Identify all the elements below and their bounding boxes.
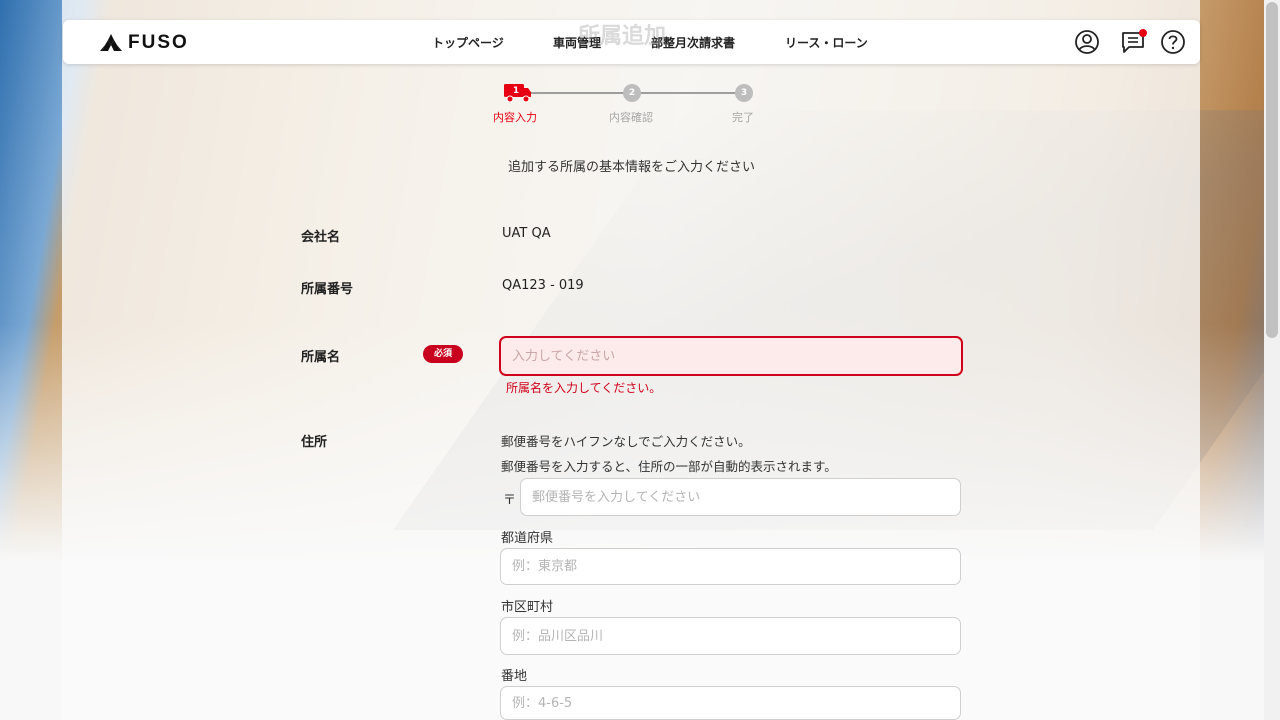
street-label: 番地 [501,669,528,684]
form-intro: 追加する所属の基本情報をご入力ください [508,160,756,175]
notification-dot [1139,29,1147,37]
postal-note-2: 郵便番号を入力すると、住所の一部が自動的表示されます。 [501,459,837,474]
scrollbar-thumb[interactable] [1266,2,1278,338]
affiliation-number-value: QA123 - 019 [502,278,584,293]
affiliation-name-error: 所属名を入力してください。 [506,381,662,395]
postal-mark: 〒 [503,493,517,508]
nav-item-lease[interactable]: リース・ローン [785,34,868,51]
logo-text: FUSO [128,32,189,53]
mitsubishi-logo-icon [100,34,122,51]
postal-note-1: 郵便番号をハイフンなしでご入力ください。 [501,434,751,449]
company-value: UAT QA [502,226,551,241]
account-icon[interactable] [1073,28,1101,56]
nav-item-top[interactable]: トップページ [432,34,504,51]
street-input[interactable] [500,686,961,720]
company-label: 会社名 [301,230,341,245]
affiliation-name-input[interactable] [499,336,963,376]
address-label: 住所 [301,435,328,450]
affiliation-number-label: 所属番号 [301,282,354,297]
help-icon[interactable] [1159,28,1187,56]
fuso-logo[interactable]: FUSO [100,32,189,54]
city-input[interactable] [500,617,961,655]
step-1-number: 1 [512,86,520,96]
affiliation-name-label: 所属名 [301,350,341,365]
step-3-label: 完了 [732,111,754,124]
page-title: 所属追加 [578,24,667,49]
message-icon[interactable] [1119,28,1147,56]
city-label: 市区町村 [501,600,554,615]
required-badge: 必須 [423,345,463,363]
step-3-circle: 3 [735,84,753,102]
prefecture-label: 都道府県 [501,531,554,546]
step-connector [530,92,624,94]
step-2-label: 内容確認 [609,111,653,124]
postal-code-input[interactable] [520,478,961,516]
step-connector [640,92,736,94]
step-1-label: 内容入力 [493,111,537,124]
step-2-circle: 2 [623,84,641,102]
prefecture-input[interactable] [500,548,961,585]
